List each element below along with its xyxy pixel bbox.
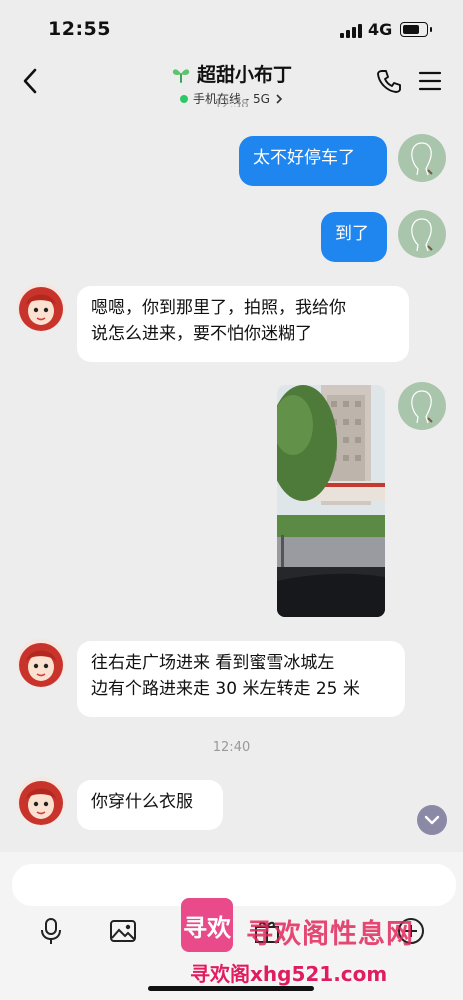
my-avatar[interactable] xyxy=(398,134,446,182)
mic-icon[interactable] xyxy=(36,916,66,946)
contact-avatar[interactable] xyxy=(17,639,65,687)
sprout-icon xyxy=(172,68,190,83)
chevron-down-icon xyxy=(424,815,440,825)
message-input[interactable] xyxy=(12,864,456,906)
contact-name: 超甜小布丁 xyxy=(196,64,292,86)
message-bubble-incoming[interactable]: 往右走广场进来 看到蜜雪冰城左 边有个路进来走 30 米左转走 25 米 xyxy=(77,641,405,717)
home-indicator xyxy=(148,986,314,991)
menu-icon[interactable] xyxy=(418,70,442,92)
status-bar: 12:55 4G xyxy=(0,0,463,58)
contact-avatar[interactable] xyxy=(17,283,65,331)
watermark-text: 寻欢阁性息网 xyxy=(246,919,414,950)
message-bubble-outgoing[interactable]: 太不好停车了 xyxy=(239,136,387,186)
message-bubble-incoming[interactable]: 你穿什么衣服 xyxy=(77,780,223,830)
my-avatar[interactable] xyxy=(398,382,446,430)
battery-icon xyxy=(400,22,432,37)
image-icon[interactable] xyxy=(108,916,138,946)
status-time: 12:55 xyxy=(48,18,111,40)
signal-icon xyxy=(340,24,362,38)
message-line: 往右走广场进来 看到蜜雪冰城左 xyxy=(91,653,335,673)
timestamp: 12:40 xyxy=(212,740,251,755)
watermark-logo: 寻欢 xyxy=(181,898,233,952)
watermark-url: 寻欢阁xhg521.com xyxy=(190,962,388,986)
message-bubble-outgoing[interactable]: 到了 xyxy=(321,212,387,262)
scroll-to-bottom-button[interactable] xyxy=(417,805,447,835)
message-line: 说怎么进来，要不怕你迷糊了 xyxy=(91,324,312,344)
message-line: 嗯嗯，你到那里了，拍照，我给你 xyxy=(91,298,346,318)
contact-avatar[interactable] xyxy=(17,777,65,825)
network-type: 4G xyxy=(368,20,393,39)
photo-message[interactable] xyxy=(277,385,385,617)
timestamp-partial: 12:38 xyxy=(214,97,249,107)
my-avatar[interactable] xyxy=(398,210,446,258)
message-line: 边有个路进来走 30 米左转走 25 米 xyxy=(91,679,360,699)
phone-icon[interactable] xyxy=(376,68,402,94)
message-bubble-incoming[interactable]: 嗯嗯，你到那里了，拍照，我给你 说怎么进来，要不怕你迷糊了 xyxy=(77,286,409,362)
